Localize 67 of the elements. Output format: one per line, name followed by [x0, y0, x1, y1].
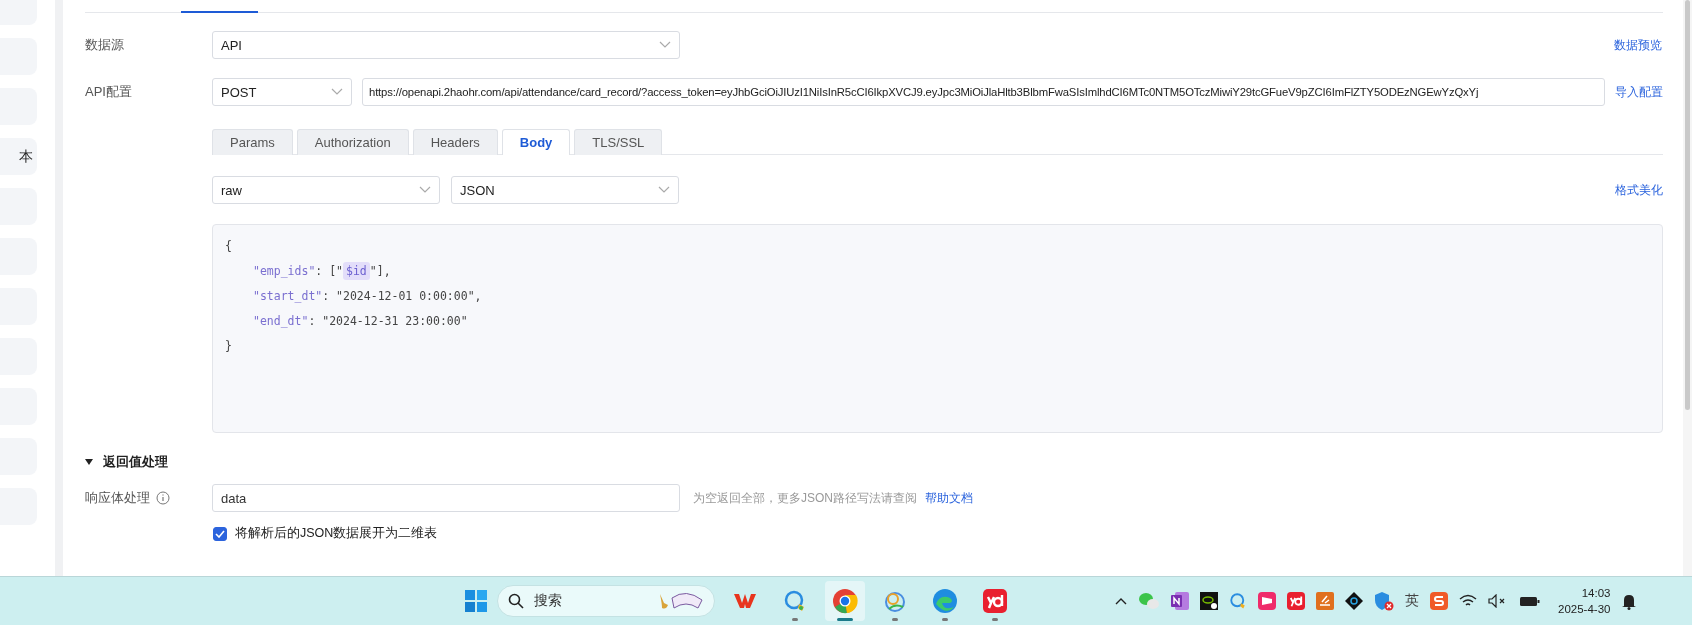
request-tab[interactable]: Body [501, 129, 571, 155]
code-token: : "2024-12-31 23:00:00" [308, 313, 468, 328]
code-token: } [225, 338, 232, 353]
diamond-icon[interactable] [1345, 592, 1363, 610]
code-token: "], [369, 263, 391, 278]
browser-icon [832, 588, 858, 614]
chat-bubbles-icon[interactable] [1138, 592, 1160, 610]
input-method-indicator[interactable]: 英 [1405, 592, 1419, 610]
chevron-down-icon [331, 88, 343, 96]
hint-text: 为空返回全部，更多JSON路径写法请查阅 [693, 489, 917, 507]
data-source-select[interactable]: API [212, 31, 680, 59]
eye-square-icon[interactable] [1200, 592, 1218, 610]
caret-down-icon[interactable] [85, 458, 93, 466]
field-label: 数据源 [85, 36, 125, 54]
format-link[interactable]: 格式美化 [1615, 181, 1663, 199]
code-token: "end_dt" [253, 313, 309, 328]
body-format-select[interactable]: JSON [451, 176, 679, 204]
request-tab[interactable]: Authorization [296, 129, 409, 155]
chevron-down-icon [659, 41, 671, 49]
url-field[interactable]: https://openapi.2haohr.com/api/attendance/card_record/?access_token=eyJhbGciOiJIUzI1NiIsInR5cCI6IkpXVCJ9.eyJpc3MiOiJlaHltb3BlbmFwaSIsImlhdCI6MTc0NTM5OTczMiwiY29tcGFueV9pZCI6ImFlZTY5ODEzNGEwYzQxYj [362, 78, 1605, 106]
letter-tile-icon[interactable] [1287, 592, 1305, 610]
field-label: API配置 [85, 83, 133, 101]
w-logo-icon [733, 592, 757, 610]
search-icon [508, 593, 524, 609]
pen-tile-icon[interactable] [1316, 592, 1334, 610]
chevron-down-icon [419, 186, 431, 194]
checkbox-label: 将解析后的JSON数据展开为二维表 [235, 525, 438, 542]
field-label: 响应体处理 [85, 489, 150, 507]
code-editor[interactable]: { "emp_ids": [" $id "], "start_dt": "2024-12-01 0:00:00", "end_dt": "2024-12-31 23:00:00" } [212, 224, 1663, 433]
scrollbar[interactable] [55, 0, 63, 576]
help-doc-link[interactable]: 帮助文档 [925, 489, 973, 507]
checkbox[interactable] [213, 526, 227, 541]
clock[interactable]: 14:03 2025-4-30 [1558, 585, 1611, 617]
section-title: 返回值处理 [103, 453, 168, 471]
swirl-icon [883, 589, 907, 613]
chat-bubble-icon [783, 589, 807, 613]
code-token: { [225, 238, 232, 253]
info-icon[interactable] [156, 491, 170, 505]
data-preview-link[interactable]: 数据预览 [1614, 36, 1662, 54]
windows-logo-icon[interactable] [465, 590, 487, 612]
chat-bubble-icon[interactable] [1229, 592, 1247, 610]
shield-icon[interactable] [1374, 591, 1394, 611]
method-select[interactable]: POST [212, 78, 352, 106]
chevron-up-icon[interactable] [1115, 597, 1127, 605]
request-tab[interactable]: Headers [412, 129, 498, 155]
n-square-icon[interactable] [1171, 592, 1189, 610]
code-token: : "2024-12-01 0:00:00", [322, 288, 482, 303]
s-logo-icon[interactable] [1430, 592, 1448, 610]
letter-tile-icon [983, 589, 1007, 613]
chevron-down-icon [658, 186, 670, 194]
taskbar-app[interactable] [825, 581, 865, 621]
sidebar-item[interactable]: 本 [0, 138, 37, 175]
code-token: : [" [315, 263, 343, 278]
variable-tag: $id [343, 261, 370, 280]
scrollbar[interactable] [1683, 0, 1692, 576]
body-type-select[interactable]: raw [212, 176, 440, 204]
wave-logo-icon [932, 588, 958, 614]
code-token: "emp_ids" [253, 263, 316, 278]
request-tab[interactable]: TLS/SSL [574, 129, 663, 155]
request-tab[interactable]: Params [212, 129, 293, 155]
search-field[interactable]: 搜索 [497, 585, 715, 617]
battery-icon[interactable] [1519, 594, 1541, 608]
ribbon-tile-icon[interactable] [1258, 592, 1276, 610]
response-path-field[interactable]: data [212, 484, 680, 512]
code-token: "start_dt" [253, 288, 323, 303]
wifi-icon[interactable] [1459, 594, 1477, 608]
import-config-link[interactable]: 导入配置 [1615, 83, 1663, 101]
